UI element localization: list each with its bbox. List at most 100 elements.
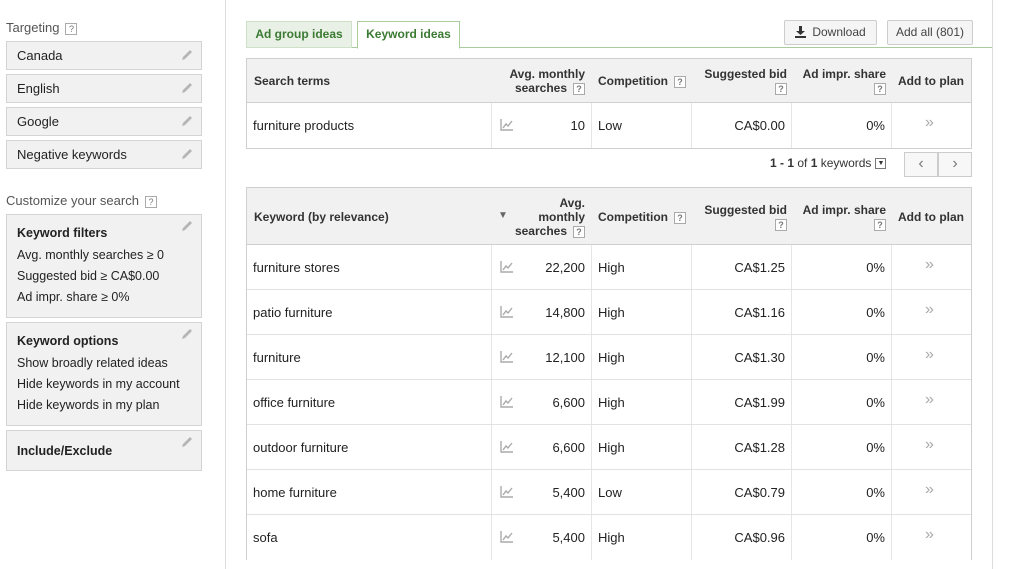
tab-ad-group-ideas[interactable]: Ad group ideas: [246, 21, 352, 48]
table-row[interactable]: outdoor furniture 6,600 High CA$1.28 0% »: [247, 425, 971, 470]
column-divider: [891, 103, 892, 148]
help-icon[interactable]: ?: [775, 82, 787, 95]
targeting-language[interactable]: English: [6, 74, 202, 103]
column-divider: [791, 245, 792, 289]
searches-cell: 6,600: [552, 395, 585, 410]
column-divider: [591, 335, 592, 379]
keyword-rows: furniture stores 22,200 High CA$1.25 0%» pati…: [247, 245, 971, 560]
column-divider: [791, 380, 792, 424]
download-button[interactable]: Download: [784, 20, 877, 45]
targeting-location[interactable]: Canada: [6, 41, 202, 70]
competition-cell: High: [598, 440, 625, 455]
column-divider: [791, 425, 792, 469]
column-divider: [891, 245, 892, 289]
pencil-icon[interactable]: [180, 114, 194, 128]
keyword-cell: office furniture: [253, 395, 336, 410]
column-divider: [691, 380, 692, 424]
help-icon[interactable]: ?: [573, 225, 585, 238]
competition-cell: High: [598, 395, 625, 410]
keyword-filters-box[interactable]: Keyword filters Avg. monthly searches ≥ …: [6, 214, 202, 318]
dropdown-icon[interactable]: ▼: [875, 158, 887, 170]
add-all-button[interactable]: Add all (801): [887, 20, 973, 45]
trend-chart-icon[interactable]: [500, 119, 514, 131]
pencil-icon[interactable]: [180, 327, 194, 341]
add-to-plan-button[interactable]: »: [925, 425, 934, 465]
col-suggested-bid[interactable]: Suggested bid ?: [704, 203, 787, 231]
help-icon[interactable]: ?: [573, 82, 585, 95]
trend-chart-icon[interactable]: [500, 486, 514, 498]
keyword-options-box[interactable]: Keyword options Show broadly related ide…: [6, 322, 202, 426]
column-divider: [591, 425, 592, 469]
trend-chart-icon[interactable]: [500, 306, 514, 318]
table-row[interactable]: furniture 12,100 High CA$1.30 0% »: [247, 335, 971, 380]
help-icon[interactable]: ?: [674, 211, 686, 224]
include-exclude-box[interactable]: Include/Exclude: [6, 430, 202, 471]
help-icon[interactable]: ?: [874, 82, 886, 95]
add-to-plan-button[interactable]: »: [925, 380, 934, 420]
targeting-network[interactable]: Google: [6, 107, 202, 136]
add-to-plan-button[interactable]: »: [925, 470, 934, 510]
searches-cell: 12,100: [545, 350, 585, 365]
column-divider: [591, 380, 592, 424]
add-to-plan-button[interactable]: »: [925, 335, 934, 375]
pencil-icon[interactable]: [180, 48, 194, 62]
pencil-icon[interactable]: [180, 81, 194, 95]
table-row[interactable]: home furniture 5,400 Low CA$0.79 0% »: [247, 470, 971, 515]
help-icon[interactable]: ?: [775, 218, 787, 231]
filter-line: Avg. monthly searches ≥ 0: [17, 248, 164, 262]
col-ad-impr-share[interactable]: Ad impr. share ?: [803, 67, 886, 95]
table-row[interactable]: patio furniture 14,800 High CA$1.16 0% »: [247, 290, 971, 335]
trend-chart-icon[interactable]: [500, 351, 514, 363]
keyword-cell: outdoor furniture: [253, 440, 349, 455]
col-suggested-bid[interactable]: Suggested bid ?: [704, 67, 787, 95]
col-avg-monthly-searches[interactable]: Avg. monthly searches?: [515, 196, 585, 238]
share-cell: 0%: [866, 305, 885, 320]
targeting-title: Targeting?: [6, 20, 78, 35]
bid-cell: CA$1.30: [734, 350, 785, 365]
add-to-plan-button[interactable]: »: [925, 245, 934, 285]
tab-keyword-ideas[interactable]: Keyword ideas: [357, 21, 460, 49]
add-to-plan-button[interactable]: »: [925, 290, 934, 330]
keyword-cell: furniture products: [253, 118, 355, 133]
trend-chart-icon[interactable]: [500, 261, 514, 273]
table-row[interactable]: office furniture 6,600 High CA$1.99 0% »: [247, 380, 971, 425]
share-cell: 0%: [866, 485, 885, 500]
column-divider: [491, 515, 492, 560]
table-row[interactable]: furniture stores 22,200 High CA$1.25 0% »: [247, 245, 971, 290]
pencil-icon[interactable]: [180, 147, 194, 161]
bid-cell: CA$1.16: [734, 305, 785, 320]
next-page-button[interactable]: ›: [938, 152, 972, 177]
pager-info: 1 - 1 of 1 keywords ▼: [770, 156, 887, 170]
column-divider: [791, 470, 792, 514]
trend-chart-icon[interactable]: [500, 441, 514, 453]
col-ad-impr-share[interactable]: Ad impr. share ?: [803, 203, 886, 231]
option-line: Hide keywords in my account: [17, 377, 180, 391]
col-competition[interactable]: Competition?: [598, 210, 686, 224]
trend-chart-icon[interactable]: [500, 531, 514, 543]
targeting-negative-keywords[interactable]: Negative keywords: [6, 140, 202, 169]
add-to-plan-button[interactable]: »: [925, 515, 934, 555]
col-competition[interactable]: Competition?: [598, 74, 686, 88]
help-icon[interactable]: ?: [144, 195, 157, 208]
column-divider: [591, 515, 592, 560]
help-icon[interactable]: ?: [674, 75, 686, 88]
col-search-terms: Search terms: [254, 74, 331, 88]
col-keyword-relevance[interactable]: Keyword (by relevance): [254, 210, 389, 224]
search-terms-table: Search terms Avg. monthly searches? Comp…: [246, 58, 972, 149]
table-row[interactable]: furniture products 10 Low CA$0.00 0% »: [247, 103, 971, 148]
column-divider: [791, 103, 792, 148]
searches-cell: 22,200: [545, 260, 585, 275]
table-row[interactable]: sofa 5,400 High CA$0.96 0% »: [247, 515, 971, 560]
column-divider: [491, 425, 492, 469]
help-icon[interactable]: ?: [65, 22, 78, 35]
add-to-plan-button[interactable]: »: [925, 103, 934, 143]
trend-chart-icon[interactable]: [500, 396, 514, 408]
sort-desc-icon[interactable]: ▼: [498, 210, 508, 221]
customize-title: Customize your search?: [6, 193, 157, 208]
pencil-icon[interactable]: [180, 219, 194, 233]
searches-cell: 10: [570, 118, 585, 133]
help-icon[interactable]: ?: [874, 218, 886, 231]
col-avg-monthly-searches[interactable]: Avg. monthly searches?: [509, 67, 585, 95]
pencil-icon[interactable]: [180, 435, 194, 449]
prev-page-button[interactable]: ‹: [904, 152, 938, 177]
